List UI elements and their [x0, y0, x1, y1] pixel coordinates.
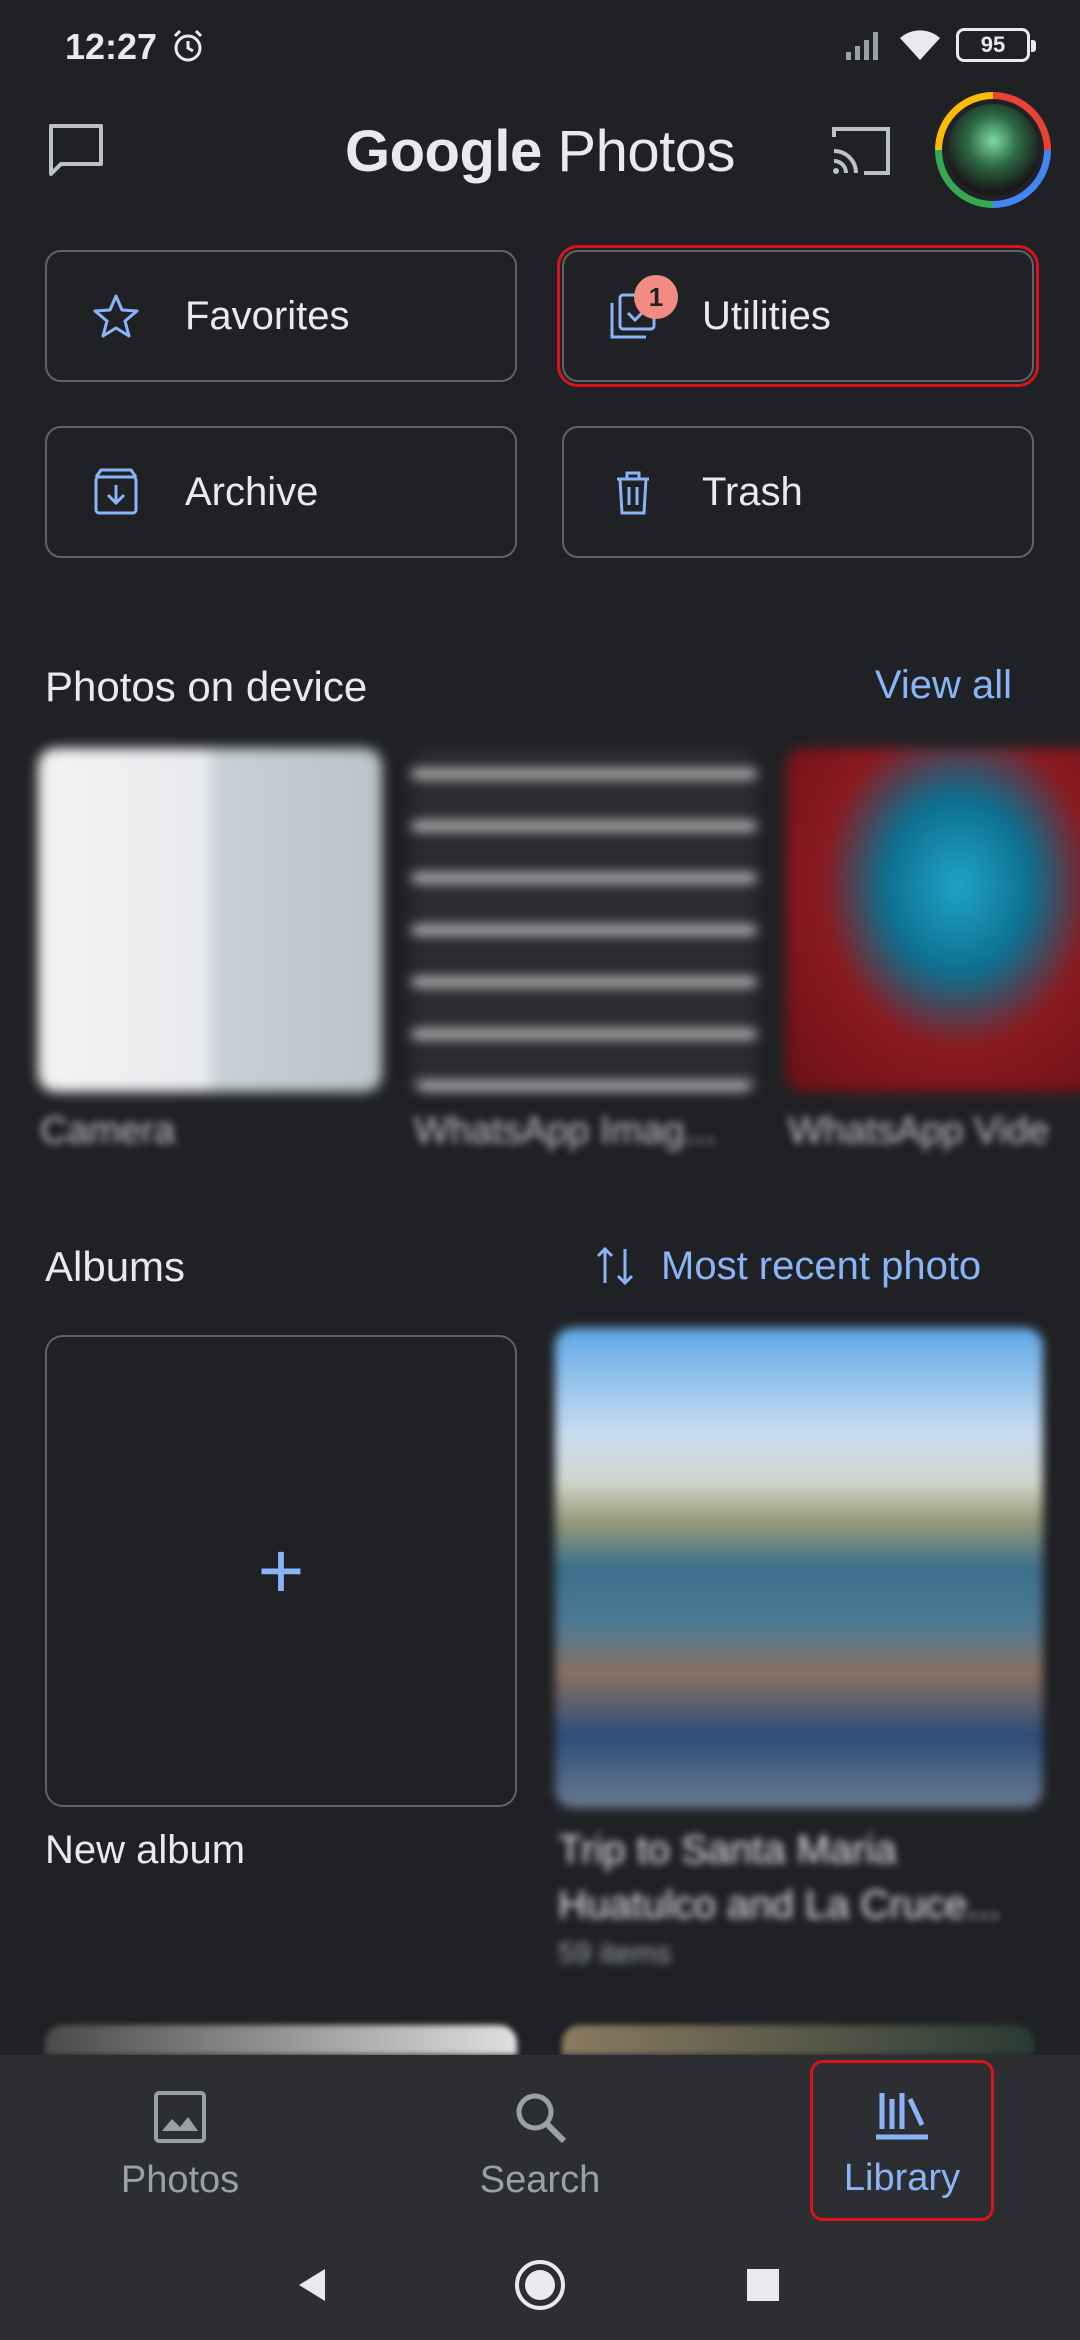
library-icon: [876, 2093, 928, 2140]
trash-label: Trash: [702, 469, 803, 514]
albums-title: Albums: [45, 1243, 186, 1290]
home-button[interactable]: [510, 2255, 570, 2315]
nav-library[interactable]: Library: [810, 2060, 994, 2221]
album-peek: [562, 2025, 1034, 2055]
logo-google: Google: [345, 119, 542, 184]
photo-icon: [154, 2091, 206, 2143]
favorites-button[interactable]: Favorites: [45, 250, 517, 382]
recents-icon: [747, 2269, 779, 2301]
archive-label: Archive: [185, 469, 319, 514]
alarm-icon: [173, 29, 203, 62]
bottom-navigation: Photos Search Library: [0, 2055, 1080, 2235]
album-cover-photo[interactable]: [555, 1328, 1043, 1808]
nav-search[interactable]: Search: [455, 2075, 625, 2225]
utilities-label: Utilities: [702, 293, 831, 338]
photos-on-device-title: Photos on device: [45, 663, 368, 710]
album-title-continued: Huatulco and La Cruce...: [558, 1883, 1001, 1927]
utilities-badge: 1: [634, 275, 678, 319]
status-icons: 95: [844, 28, 1036, 62]
archive-button[interactable]: Archive: [45, 426, 517, 558]
app-bar: Google Photos: [0, 90, 1080, 210]
status-bar: 12:27 95: [0, 0, 1080, 90]
archive-icon: [94, 468, 138, 515]
search-icon: [516, 2093, 567, 2144]
device-folder-label: WhatsApp Imag...: [414, 1110, 717, 1152]
plus-icon: +: [257, 1526, 305, 1615]
view-all-link[interactable]: View all: [875, 663, 1012, 708]
status-time: 12:27: [65, 26, 158, 67]
battery-indicator: 95: [956, 28, 1036, 62]
album-title: Trip to Santa Maria: [558, 1828, 897, 1872]
logo-photos: Photos: [557, 119, 735, 184]
home-icon: [515, 2260, 565, 2310]
device-folder-label: Camera: [40, 1110, 176, 1152]
device-folder-thumb-whatsapp-video[interactable]: [786, 748, 1080, 1092]
cast-icon[interactable]: [828, 123, 894, 179]
app-logo: Google Photos: [0, 118, 1080, 185]
recents-button[interactable]: [733, 2255, 793, 2315]
account-avatar[interactable]: [935, 92, 1051, 208]
back-button[interactable]: [283, 2255, 343, 2315]
new-album-label: New album: [45, 1828, 246, 1872]
trash-button[interactable]: Trash: [562, 426, 1034, 558]
star-icon: [93, 294, 139, 338]
avatar-image: [947, 104, 1039, 196]
favorites-label: Favorites: [185, 293, 350, 338]
sort-albums-button[interactable]: Most recent photo: [595, 1243, 981, 1289]
battery-level: 95: [980, 32, 1006, 57]
signal-icon: [846, 32, 878, 60]
back-icon: [299, 2269, 325, 2301]
sort-label: Most recent photo: [661, 1243, 982, 1288]
new-album-button[interactable]: +: [45, 1335, 517, 1807]
device-folder-label: WhatsApp Vide: [788, 1110, 1050, 1152]
nav-search-label: Search: [479, 2159, 601, 2201]
nav-photos[interactable]: Photos: [95, 2075, 265, 2225]
nav-library-label: Library: [843, 2157, 961, 2199]
nav-photos-label: Photos: [120, 2159, 240, 2201]
trash-icon: [617, 471, 649, 515]
utilities-icon-wrap: 1: [608, 275, 678, 341]
album-peek: [45, 2025, 517, 2055]
album-count: 59 items: [558, 1937, 672, 1970]
sort-icon: [596, 1246, 634, 1286]
device-folder-thumb-whatsapp-images[interactable]: [412, 748, 756, 1092]
utilities-button[interactable]: 1 Utilities: [557, 245, 1039, 387]
wifi-icon: [900, 30, 940, 60]
device-folder-thumb-camera[interactable]: [38, 748, 382, 1092]
system-navigation-bar: [0, 2235, 1080, 2340]
